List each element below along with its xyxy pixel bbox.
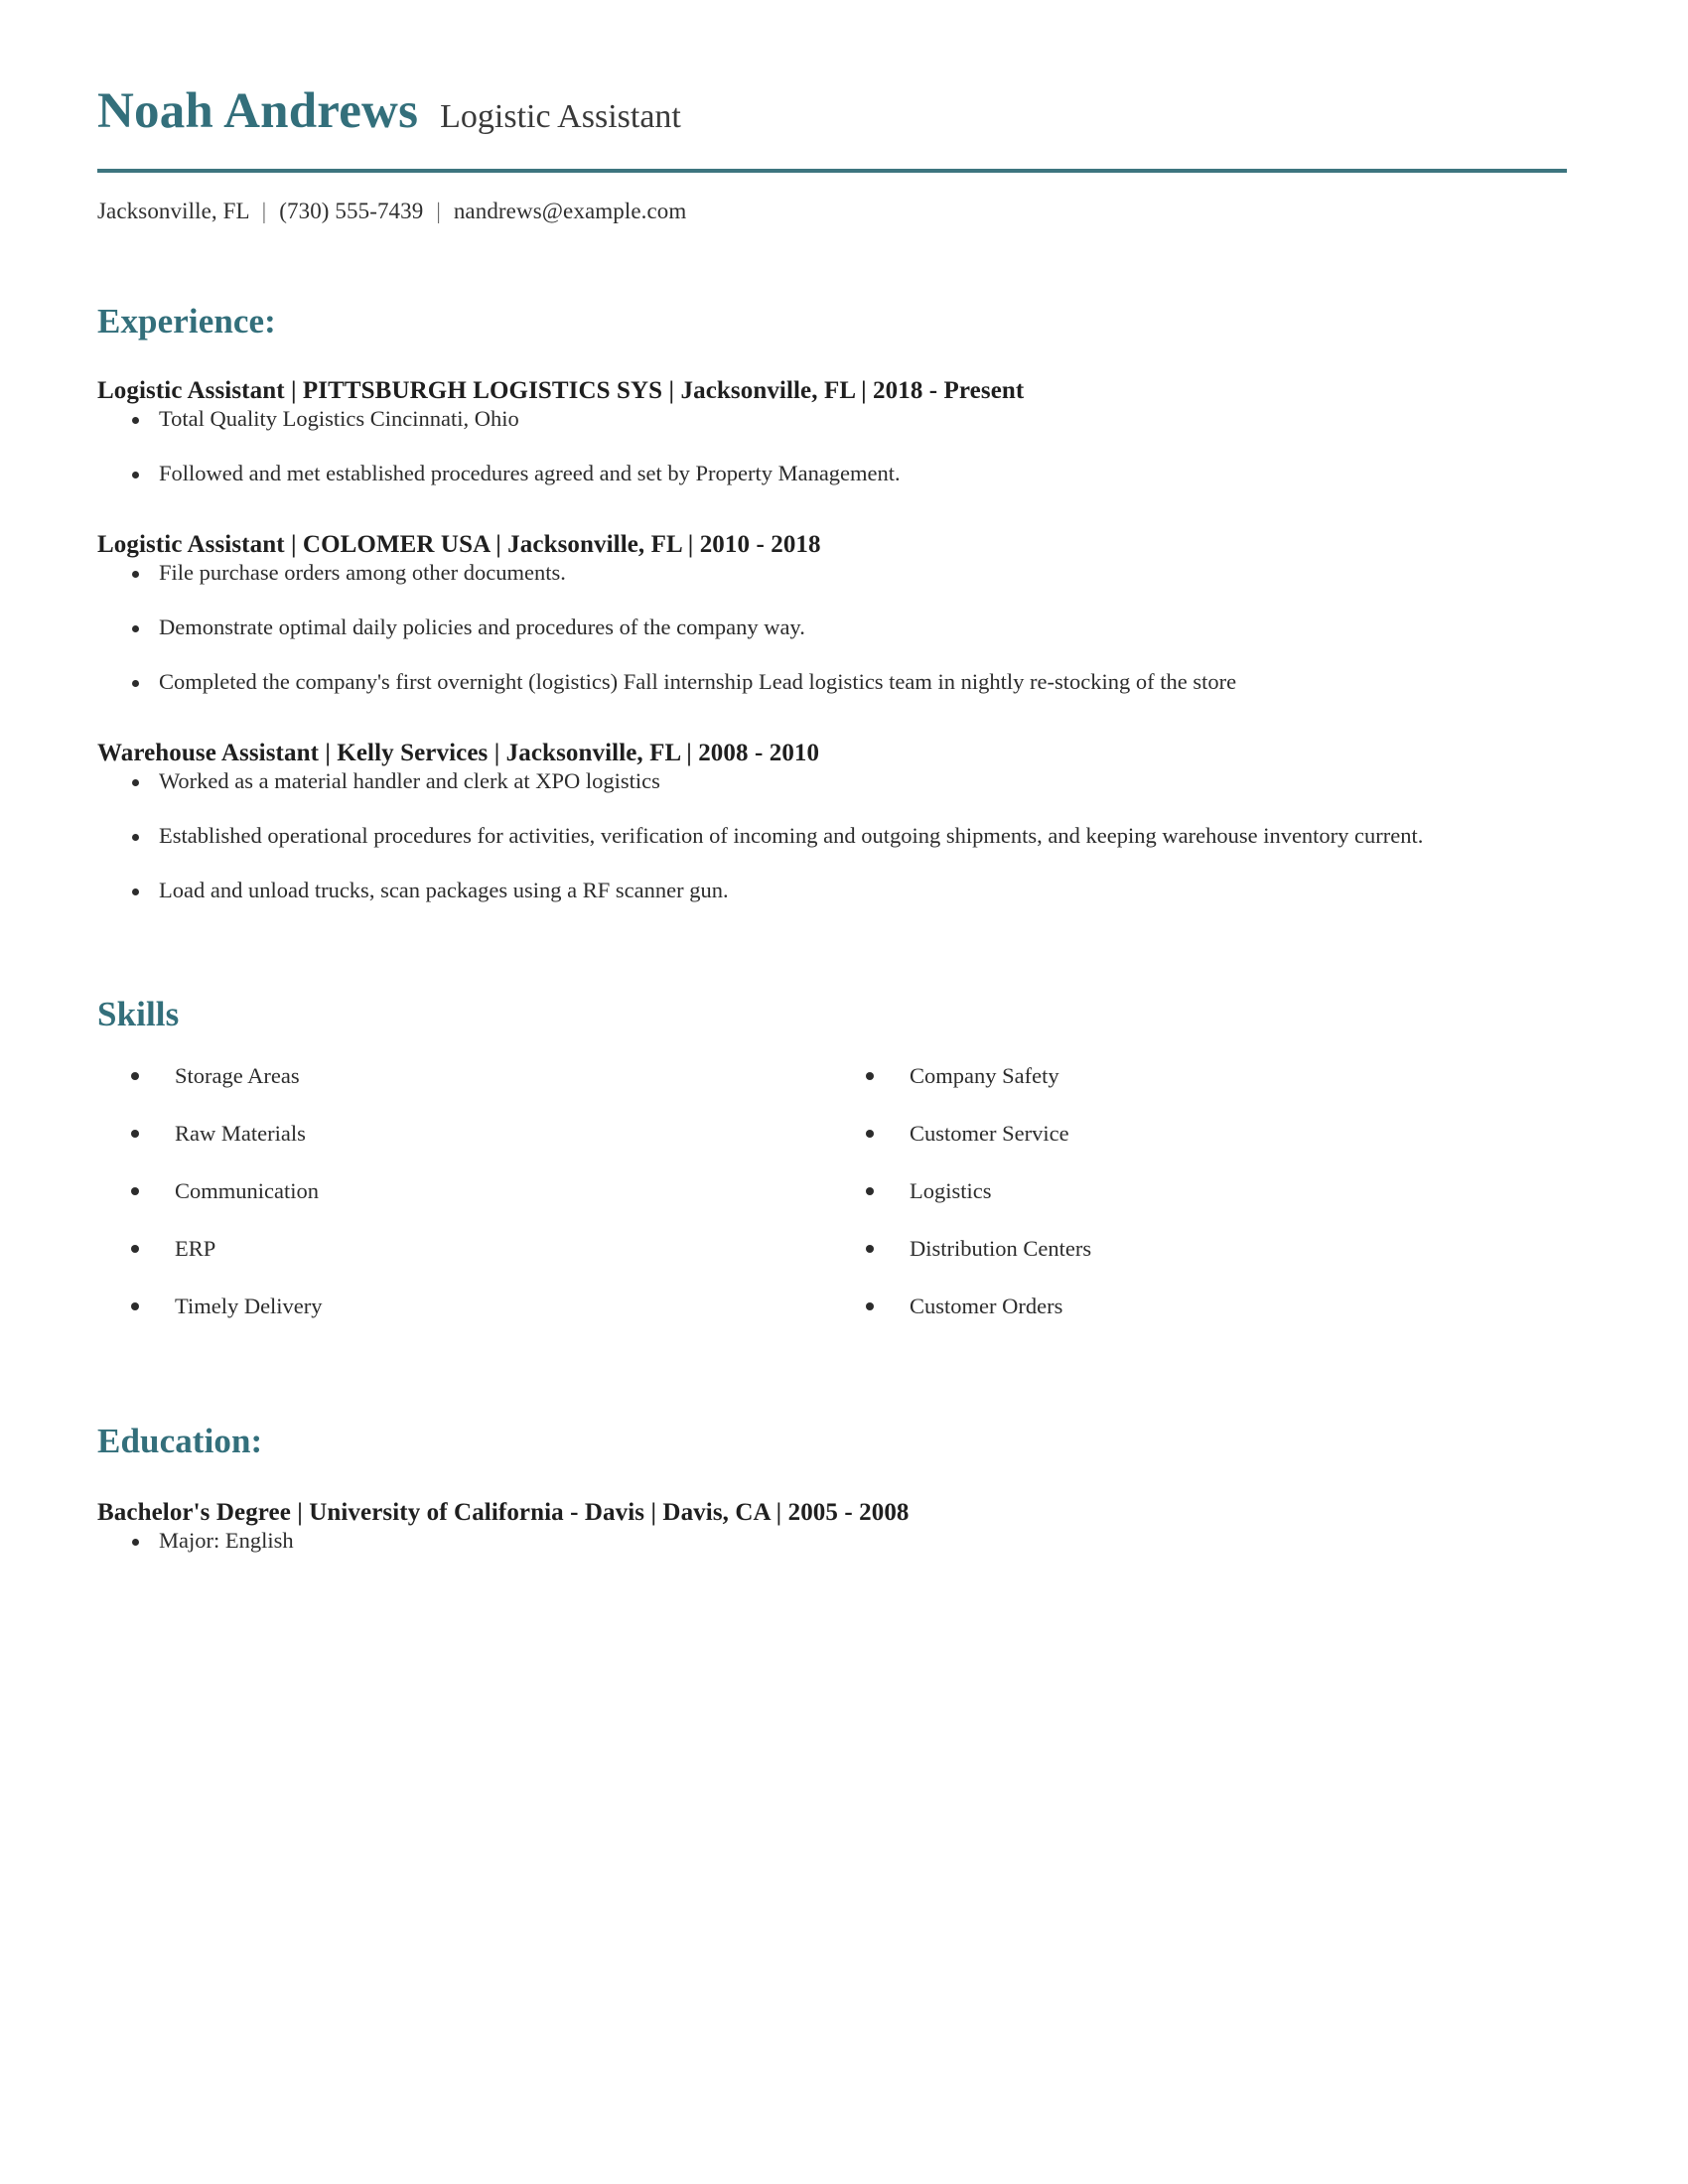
skill-item: Communication: [97, 1177, 832, 1204]
skill-item: Raw Materials: [97, 1120, 832, 1147]
experience-entry-bullets: File purchase orders among other documen…: [97, 559, 1609, 696]
experience-entry: Warehouse Assistant | Kelly Services | J…: [97, 740, 1609, 904]
bullet-item: Total Quality Logistics Cincinnati, Ohio: [97, 405, 1609, 433]
skills-right-column: Company Safety Customer Service Logistic…: [832, 1062, 1609, 1350]
skills-grid: Storage Areas Raw Materials Communicatio…: [97, 1062, 1609, 1350]
skills-heading: Skills: [97, 994, 180, 1033]
contact-phone: (730) 555-7439: [279, 198, 424, 223]
experience-entry: Logistic Assistant | COLOMER USA | Jacks…: [97, 531, 1609, 696]
skill-item: Distribution Centers: [832, 1235, 1609, 1262]
skill-item: Company Safety: [832, 1062, 1609, 1089]
name-and-title-row: Noah Andrews Logistic Assistant: [97, 83, 1609, 139]
experience-entry: Logistic Assistant | PITTSBURGH LOGISTIC…: [97, 377, 1609, 487]
skills-section: Skills Storage Areas Raw Materials Commu…: [97, 995, 1609, 1350]
header-divider: [97, 168, 1567, 173]
skills-left-column: Storage Areas Raw Materials Communicatio…: [97, 1062, 832, 1350]
resume-header: Noah Andrews Logistic Assistant Jacksonv…: [97, 60, 1609, 224]
skill-item: Logistics: [832, 1177, 1609, 1204]
resume-page: Noah Andrews Logistic Assistant Jacksonv…: [0, 0, 1688, 2184]
education-heading: Education:: [97, 1421, 263, 1460]
candidate-job-title: Logistic Assistant: [440, 98, 681, 135]
skill-item: Timely Delivery: [97, 1293, 832, 1319]
candidate-name: Noah Andrews: [97, 83, 419, 139]
contact-line: Jacksonville, FL | (730) 555-7439 | nand…: [97, 199, 1609, 224]
bullet-item: Followed and met established procedures …: [97, 460, 1609, 487]
skill-item: ERP: [97, 1235, 832, 1262]
bullet-item: File purchase orders among other documen…: [97, 559, 1609, 587]
education-entry: Bachelor's Degree | University of Califo…: [97, 1499, 1609, 1555]
skill-item: Storage Areas: [97, 1062, 832, 1089]
experience-entry-title: Warehouse Assistant | Kelly Services | J…: [97, 740, 820, 767]
experience-section: Experience: Logistic Assistant | PITTSBU…: [97, 302, 1609, 905]
experience-entry-title: Logistic Assistant | PITTSBURGH LOGISTIC…: [97, 376, 1025, 404]
contact-email: nandrews@example.com: [453, 198, 687, 223]
contact-location: Jacksonville, FL: [97, 198, 249, 223]
education-entry-title: Bachelor's Degree | University of Califo…: [97, 1498, 910, 1526]
skill-item: Customer Service: [832, 1120, 1609, 1147]
experience-entry-title: Logistic Assistant | COLOMER USA | Jacks…: [97, 530, 821, 558]
bullet-item: Major: English: [97, 1527, 1609, 1555]
experience-entry-bullets: Total Quality Logistics Cincinnati, Ohio…: [97, 405, 1609, 487]
education-entry-bullets: Major: English: [97, 1527, 1609, 1555]
experience-heading: Experience:: [97, 301, 276, 341]
bullet-item: Established operational procedures for a…: [97, 822, 1609, 850]
bullet-item: Worked as a material handler and clerk a…: [97, 767, 1609, 795]
experience-entry-bullets: Worked as a material handler and clerk a…: [97, 767, 1609, 904]
contact-separator-1: |: [261, 198, 267, 223]
bullet-item: Completed the company's first overnight …: [97, 668, 1609, 696]
education-section: Education: Bachelor's Degree | Universit…: [97, 1422, 1609, 1555]
contact-separator-2: |: [436, 198, 441, 223]
bullet-item: Demonstrate optimal daily policies and p…: [97, 614, 1609, 641]
skill-item: Customer Orders: [832, 1293, 1609, 1319]
bullet-item: Load and unload trucks, scan packages us…: [97, 877, 1609, 904]
